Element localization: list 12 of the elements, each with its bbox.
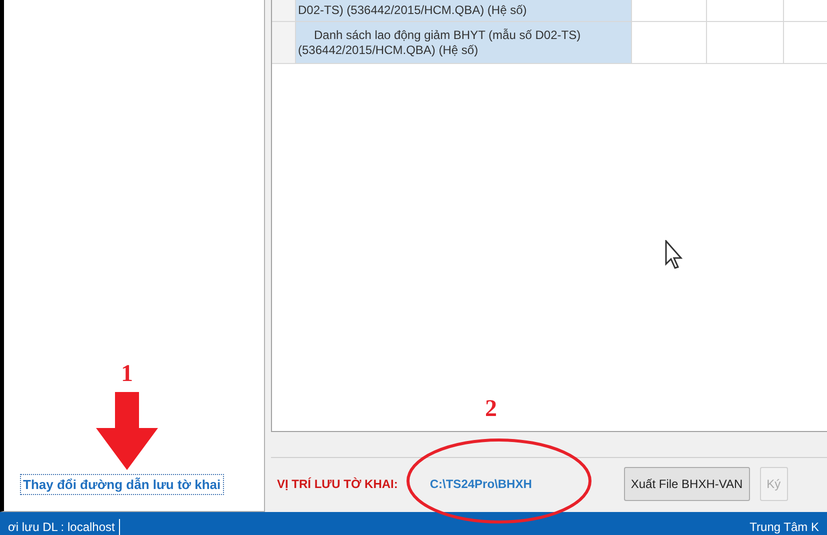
status-text: Trung Tâm K (750, 519, 819, 535)
annotation-number: 1 (121, 362, 133, 386)
change-path-link[interactable]: Thay đổi đường dẫn lưu tờ khai (20, 474, 224, 495)
table-cell[interactable]: Danh sách lao động giảm BHYT (mẫu số D02-TS) (536442/2015/HCM.QBA) (Hệ số) (296, 22, 631, 63)
table-cell[interactable]: D02-TS) (536442/2015/HCM.QBA) (Hệ số) (296, 0, 631, 21)
save-path-text: C:\TS24Pro\BHXH (430, 476, 533, 493)
save-location-label: VỊ TRÍ LƯU TỜ KHAI: (277, 476, 398, 493)
status-text: ơi lưu DL : localhost (8, 519, 120, 535)
pointer-icon (665, 240, 685, 270)
down-arrow-icon (96, 392, 158, 470)
annotation-number: 2 (485, 397, 497, 421)
export-button[interactable]: Xuất File BHXH-VAN (624, 467, 750, 501)
